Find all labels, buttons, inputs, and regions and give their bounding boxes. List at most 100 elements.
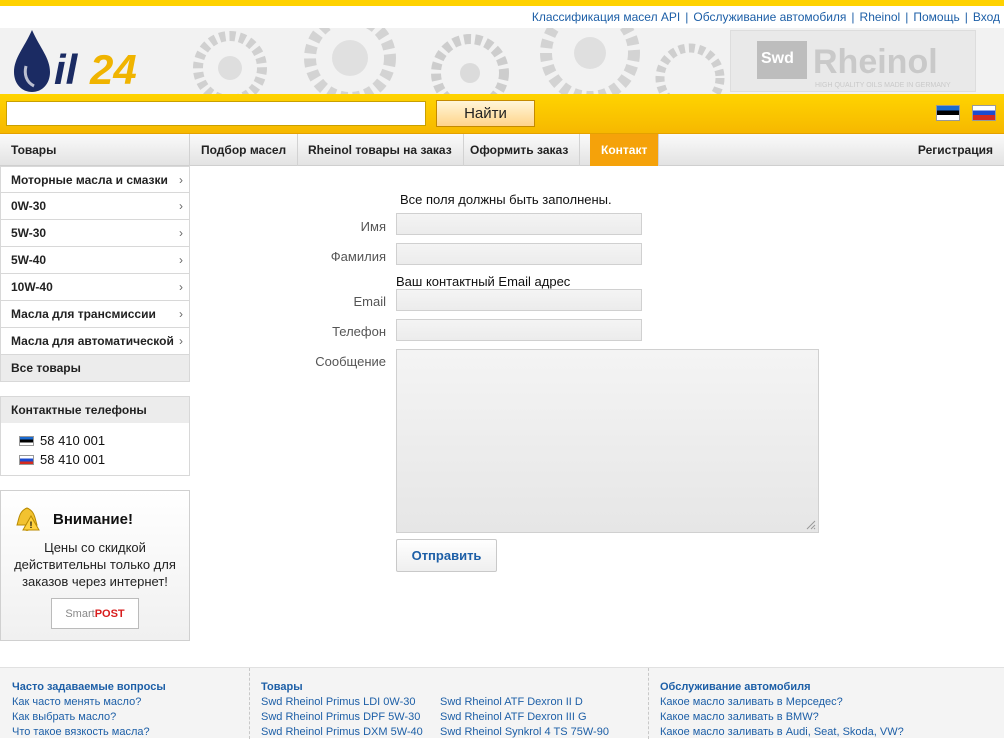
first-name-field[interactable]: [396, 213, 642, 235]
logo-text-il: il: [54, 46, 79, 93]
svg-text:!: !: [30, 520, 33, 530]
estonian-flag-icon[interactable]: [936, 105, 960, 121]
top-link-service[interactable]: Обслуживание автомобиля: [693, 10, 846, 24]
sidebar-item-5w40[interactable]: 5W-40 ›: [0, 247, 190, 274]
logo-text-24: 24: [89, 46, 137, 93]
contact-phones-box: Контактные телефоны 58 410 001 58 410 00…: [0, 396, 190, 476]
required-note: Все поля должны быть заполнены.: [400, 192, 612, 207]
phone-field[interactable]: [396, 319, 642, 341]
email-field[interactable]: [396, 289, 642, 311]
chevron-right-icon: ›: [179, 280, 183, 294]
footer-faq: Часто задаваемые вопросы Как часто менят…: [12, 680, 166, 740]
sidebar-item-all-products[interactable]: Все товары: [0, 355, 190, 382]
main-nav: Товары Подбор масел Rheinol товары на за…: [0, 134, 1004, 166]
footer-products: Товары Swd Rheinol Primus LDI 0W-30 Swd …: [261, 680, 423, 740]
nav-oil-selection[interactable]: Подбор масел: [190, 134, 299, 166]
top-link-help[interactable]: Помощь: [913, 10, 959, 24]
sidebar-item-label: 0W-30: [11, 199, 47, 213]
chevron-right-icon: ›: [179, 334, 183, 348]
separator: |: [851, 10, 855, 24]
sidebar-item-label: 5W-30: [11, 226, 47, 240]
gears-background-image: [193, 28, 725, 94]
sidebar-item-10w40[interactable]: 10W-40 ›: [0, 274, 190, 301]
rheinol-tagline: HIGH QUALITY OILS MADE IN GERMANY: [815, 82, 951, 89]
nav-contact[interactable]: Контакт: [590, 134, 660, 166]
last-name-label: Фамилия: [330, 249, 386, 264]
nav-register[interactable]: Регистрация: [907, 134, 1004, 166]
sidebar-item-5w30[interactable]: 5W-30 ›: [0, 220, 190, 247]
chevron-right-icon: ›: [179, 199, 183, 213]
notice-text: Цены со скидкой действительны только для…: [14, 540, 176, 589]
footer-link[interactable]: Swd Rheinol ATF Dexron II D: [440, 695, 609, 710]
sidebar-item-label: Масла для трансмиссии: [11, 307, 156, 321]
rheinol-banner[interactable]: Swd Rheinol HIGH QUALITY OILS MADE IN GE…: [730, 30, 976, 92]
last-name-field[interactable]: [396, 243, 642, 265]
smartpost-logo[interactable]: SmartPOST: [51, 598, 139, 629]
smartpost-text-post: POST: [94, 608, 125, 620]
sidebar-item-label: Масла для автоматической: [11, 334, 174, 348]
notice-title: Внимание!: [53, 511, 133, 528]
sidebar-item-label: 10W-40: [11, 280, 53, 294]
russian-flag-icon: [19, 455, 34, 465]
search-button[interactable]: Найти: [436, 100, 535, 127]
footer-link[interactable]: Swd Rheinol Primus DPF 5W-30: [261, 710, 423, 725]
resize-handle-icon[interactable]: [806, 520, 816, 530]
footer-link[interactable]: Как часто менять масло?: [12, 695, 166, 710]
chevron-right-icon: ›: [179, 173, 183, 187]
notice-box: ! Внимание! Цены со скидкой действительн…: [0, 490, 190, 641]
phone-number: 58 410 001: [40, 452, 106, 467]
message-label: Сообщение: [315, 354, 386, 369]
russian-flag-icon[interactable]: [972, 105, 996, 121]
sidebar: Моторные масла и смазки › 0W-30 › 5W-30 › 5…: [0, 166, 190, 641]
nav-checkout[interactable]: Оформить заказ: [459, 134, 581, 166]
footer-faq-title[interactable]: Часто задаваемые вопросы: [12, 680, 166, 695]
phone-estonia: 58 410 001: [1, 431, 189, 450]
first-name-label: Имя: [360, 219, 386, 234]
footer-divider: [648, 668, 649, 739]
top-link-rheinol[interactable]: Rheinol: [860, 10, 901, 24]
top-link-login[interactable]: Вход: [973, 10, 1000, 24]
nav-rheinol-order[interactable]: Rheinol товары на заказ: [297, 134, 464, 166]
header-banner: il 24 Swd Rheinol HIGH QUALITY OILS MADE…: [0, 28, 1004, 94]
sidebar-item-label: 5W-40: [11, 253, 47, 267]
swd-text: Swd: [761, 50, 794, 67]
contact-phones-title: Контактные телефоны: [1, 397, 189, 423]
separator: |: [685, 10, 689, 24]
separator: |: [905, 10, 909, 24]
site-logo[interactable]: il 24: [10, 28, 160, 94]
footer-service-title[interactable]: Обслуживание автомобиля: [660, 680, 904, 695]
footer-link[interactable]: Какое масло заливать в Мерседес?: [660, 695, 904, 710]
phone-number: 58 410 001: [40, 433, 106, 448]
footer: Часто задаваемые вопросы Как часто менят…: [0, 667, 1004, 740]
footer-products-title[interactable]: Товары: [261, 680, 423, 695]
smartpost-text: Smart: [65, 608, 95, 620]
oil-drop-icon: il 24: [14, 30, 137, 93]
search-input[interactable]: [6, 101, 426, 126]
footer-link[interactable]: Swd Rheinol ATF Dexron III G: [440, 710, 609, 725]
sidebar-item-automatic[interactable]: Масла для автоматической ›: [0, 328, 190, 355]
sidebar-item-motor-oils[interactable]: Моторные масла и смазки ›: [0, 166, 190, 193]
message-textarea[interactable]: [396, 349, 819, 533]
email-note: Ваш контактный Email адрес: [396, 274, 571, 289]
bell-warning-icon: !: [16, 507, 40, 531]
rheinol-text: Rheinol: [813, 43, 938, 81]
phone-russia: 58 410 001: [1, 450, 189, 469]
send-button[interactable]: Отправить: [396, 539, 497, 572]
estonian-flag-icon: [19, 436, 34, 446]
footer-divider: [249, 668, 250, 739]
footer-products-col2: Swd Rheinol ATF Dexron II D Swd Rheinol …: [440, 695, 609, 740]
sidebar-item-transmission[interactable]: Масла для трансмиссии ›: [0, 301, 190, 328]
top-stripe: [0, 0, 1004, 6]
nav-products[interactable]: Товары: [0, 134, 190, 166]
chevron-right-icon: ›: [179, 307, 183, 321]
top-link-api[interactable]: Классификация масел API: [532, 10, 680, 24]
email-label: Email: [353, 294, 386, 309]
phone-label: Телефон: [332, 324, 386, 339]
footer-link[interactable]: Как выбрать масло?: [12, 710, 166, 725]
footer-link[interactable]: Какое масло заливать в BMW?: [660, 710, 904, 725]
sidebar-item-0w30[interactable]: 0W-30 ›: [0, 193, 190, 220]
separator: |: [964, 10, 968, 24]
footer-link[interactable]: Swd Rheinol Primus LDI 0W-30: [261, 695, 423, 710]
footer-service: Обслуживание автомобиля Какое масло зали…: [660, 680, 904, 740]
rheinol-logo-icon: Swd Rheinol HIGH QUALITY OILS MADE IN GE…: [757, 41, 951, 89]
